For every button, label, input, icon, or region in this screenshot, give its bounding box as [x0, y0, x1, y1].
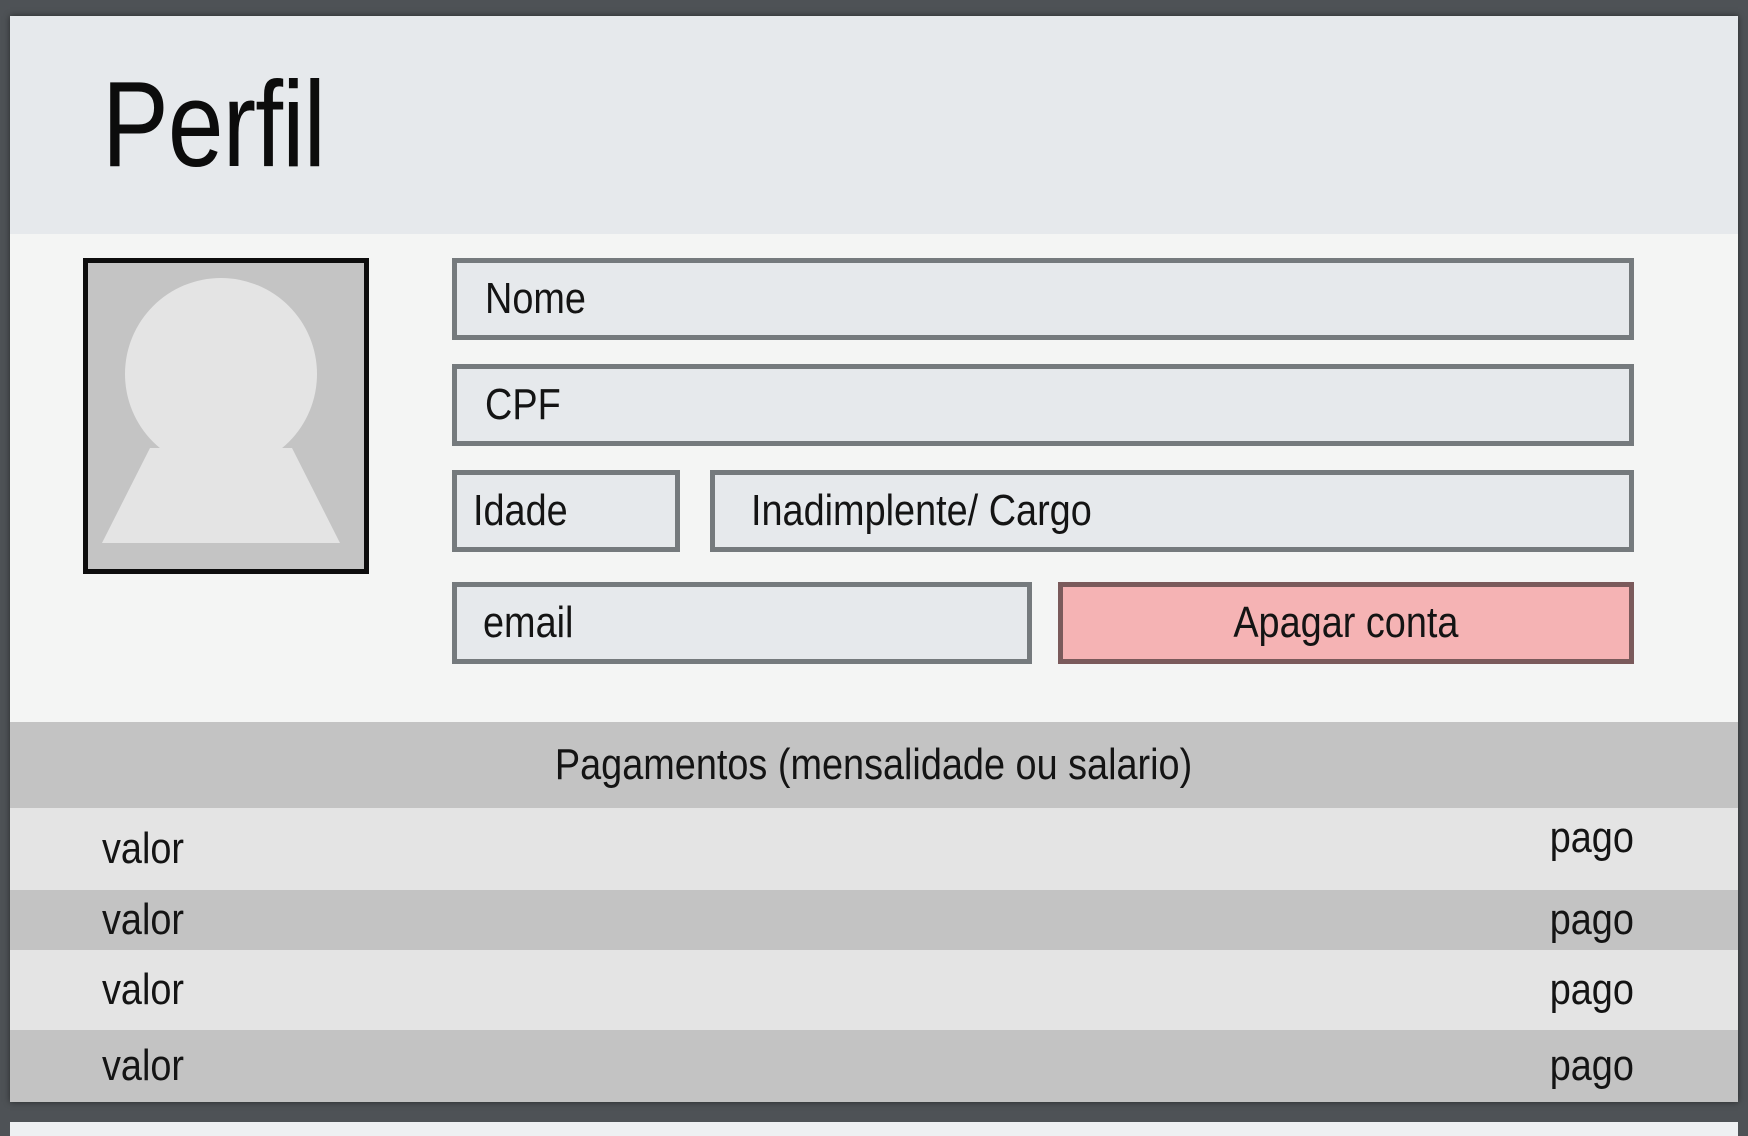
payments-header: Pagamentos (mensalidade ou salario) [10, 722, 1738, 808]
payment-status: pago [1549, 1041, 1634, 1090]
cpf-field[interactable]: CPF [452, 364, 1634, 446]
name-field-label: Nome [485, 274, 586, 323]
name-field[interactable]: Nome [452, 258, 1634, 340]
payment-amount: valor [102, 1041, 185, 1090]
delete-account-label: Apagar conta [1233, 598, 1459, 647]
email-field[interactable]: email [452, 582, 1032, 664]
payment-status: pago [1549, 812, 1634, 862]
payment-row[interactable]: valor pago [10, 1030, 1738, 1102]
page-header: Perfil [10, 16, 1738, 234]
status-role-field[interactable]: Inadimplente/ Cargo [710, 470, 1634, 552]
payment-amount: valor [102, 895, 185, 944]
payments-list: valor pago valor pago valor pago valor p… [10, 808, 1738, 1102]
age-field-label: Idade [473, 486, 568, 535]
payment-amount: valor [102, 965, 185, 1014]
payment-status: pago [1549, 965, 1634, 1014]
delete-account-button[interactable]: Apagar conta [1058, 582, 1634, 664]
payment-amount: valor [102, 824, 185, 873]
payments-title: Pagamentos (mensalidade ou salario) [555, 740, 1193, 789]
page-title: Perfil [102, 56, 326, 192]
cpf-field-label: CPF [485, 380, 561, 429]
next-card-edge [10, 1122, 1738, 1136]
email-field-label: email [483, 598, 574, 647]
status-role-field-label: Inadimplente/ Cargo [751, 486, 1092, 535]
age-field[interactable]: Idade [452, 470, 680, 552]
payment-row[interactable]: valor pago [10, 950, 1738, 1030]
avatar[interactable] [83, 258, 369, 574]
payment-row[interactable]: valor pago [10, 808, 1738, 890]
payment-status: pago [1549, 895, 1634, 944]
profile-card: Perfil Nome CPF Idade Inadimplente/ Carg… [10, 16, 1738, 1102]
payment-row[interactable]: valor pago [10, 890, 1738, 950]
user-silhouette-icon [102, 278, 340, 543]
